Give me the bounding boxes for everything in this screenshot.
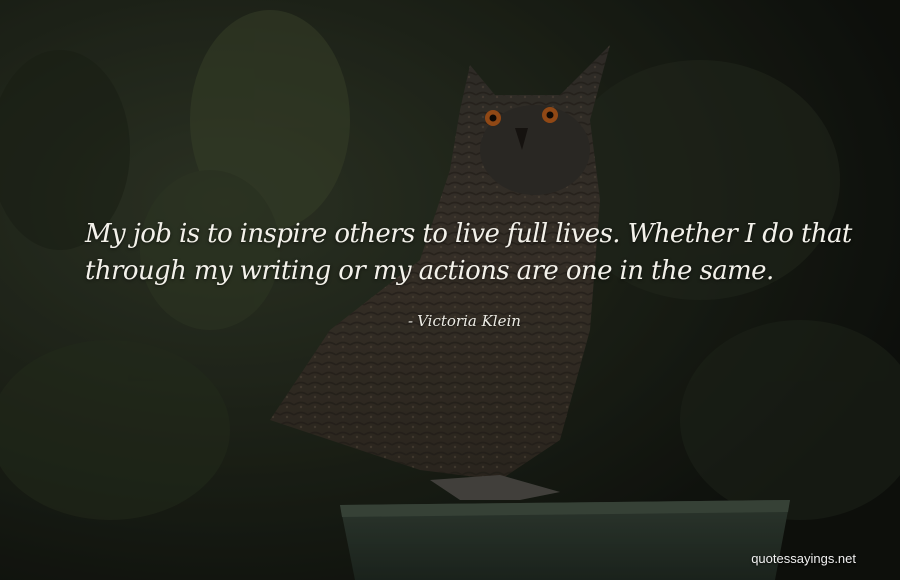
- author-name: Victoria Klein: [417, 312, 521, 330]
- site-watermark: quotessayings.net: [751, 551, 856, 566]
- owl-background-image: [0, 0, 900, 580]
- quote-text: My job is to inspire others to live full…: [85, 219, 852, 286]
- quote-author: - Victoria Klein: [408, 312, 521, 330]
- author-dash: -: [408, 312, 414, 330]
- quote-card: My job is to inspire others to live full…: [0, 0, 900, 580]
